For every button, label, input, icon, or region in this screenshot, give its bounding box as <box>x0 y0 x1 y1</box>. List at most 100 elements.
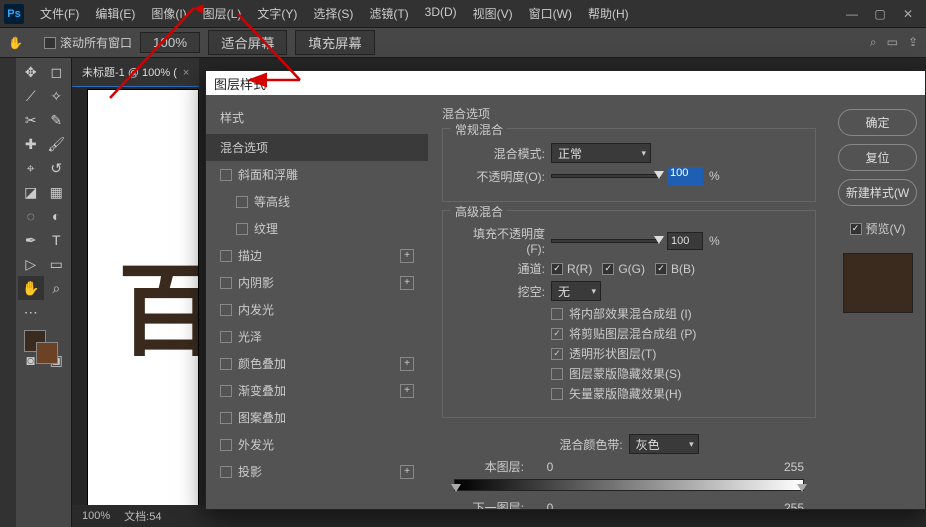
general-blend-group: 常规混合 混合模式: 正常 不透明度(O): 100 % <box>442 128 816 202</box>
cancel-button[interactable]: 复位 <box>838 144 917 171</box>
style-row-2[interactable]: 等高线 <box>206 188 428 215</box>
zoom-status[interactable]: 100% <box>82 510 110 522</box>
menu-3[interactable]: 图层(L) <box>195 1 250 26</box>
menu-0[interactable]: 文件(F) <box>32 1 87 26</box>
fill-screen-button[interactable]: 填充屏幕 <box>295 30 374 55</box>
menu-7[interactable]: 3D(D) <box>417 1 465 26</box>
dodge-tool[interactable]: ◐ <box>44 204 70 228</box>
shape-tool[interactable]: ▭ <box>44 252 70 276</box>
pen-tool[interactable]: ✒ <box>18 228 44 252</box>
maximize-button[interactable]: ▢ <box>866 4 894 24</box>
new-style-button[interactable]: 新建样式(W <box>838 179 917 206</box>
history-brush-tool[interactable]: ↺ <box>44 156 70 180</box>
add-effect-icon[interactable]: + <box>400 465 414 479</box>
opacity-input[interactable]: 100 <box>667 167 703 185</box>
menu-5[interactable]: 选择(S) <box>305 1 361 26</box>
brush-tool[interactable]: 🖌 <box>44 132 70 156</box>
crop-tool[interactable]: ✂ <box>18 108 44 132</box>
style-row-9[interactable]: 渐变叠加+ <box>206 377 428 404</box>
move-tool[interactable]: ✥ <box>18 60 44 84</box>
blend-options-panel: 混合选项 常规混合 混合模式: 正常 不透明度(O): 100 % 高级混合 填… <box>428 95 830 509</box>
hand-tool[interactable]: ✋ <box>18 276 44 300</box>
titlebar: Ps 文件(F)编辑(E)图像(I)图层(L)文字(Y)选择(S)滤镜(T)3D… <box>0 0 926 28</box>
document-tab[interactable]: 未标题-1 @ 100% (× <box>72 58 199 87</box>
marquee-tool[interactable]: ◻ <box>44 60 70 84</box>
canvas[interactable]: 百 <box>88 90 198 520</box>
adv-option-2[interactable]: ✓透明形状图层(T) <box>551 345 803 362</box>
style-row-0[interactable]: 混合选项 <box>206 134 428 161</box>
color-swatches[interactable] <box>18 328 69 368</box>
styles-list: 样式 混合选项斜面和浮雕等高线纹理描边+内阴影+内发光光泽颜色叠加+渐变叠加+图… <box>206 95 428 509</box>
dialog-title: 图层样式 <box>206 71 925 95</box>
add-effect-icon[interactable]: + <box>400 249 414 263</box>
type-tool[interactable]: T <box>44 228 70 252</box>
eraser-tool[interactable]: ◪ <box>18 180 44 204</box>
blend-if-group: 混合颜色带: 灰色 本图层: 0 255 下一图层: 0 255 <box>442 426 816 509</box>
share-icon[interactable]: ⇪ <box>908 35 918 50</box>
style-row-5[interactable]: 内阴影+ <box>206 269 428 296</box>
stamp-tool[interactable]: ⌖ <box>18 156 44 180</box>
style-row-12[interactable]: 投影+ <box>206 458 428 485</box>
menu-8[interactable]: 视图(V) <box>465 1 521 26</box>
menu-10[interactable]: 帮助(H) <box>580 1 637 26</box>
add-effect-icon[interactable]: + <box>400 357 414 371</box>
menu-2[interactable]: 图像(I) <box>143 1 194 26</box>
style-row-1[interactable]: 斜面和浮雕 <box>206 161 428 188</box>
adv-option-1[interactable]: ✓将剪贴图层混合成组 (P) <box>551 325 803 342</box>
eyedropper-tool[interactable]: ✎ <box>44 108 70 132</box>
dialog-buttons: 确定 复位 新建样式(W ✓预览(V) <box>830 95 925 509</box>
workspace-icon[interactable]: ▭ <box>887 35 898 50</box>
fit-screen-button[interactable]: 适合屏幕 <box>208 30 287 55</box>
close-button[interactable]: ✕ <box>894 4 922 24</box>
add-effect-icon[interactable]: + <box>400 276 414 290</box>
zoom-tool[interactable]: ⌕ <box>44 276 70 300</box>
edit-toolbar[interactable]: ⋯ <box>18 300 44 324</box>
fill-opacity-input[interactable]: 100 <box>667 232 703 250</box>
style-row-4[interactable]: 描边+ <box>206 242 428 269</box>
toolbox: ✥ ◻ ⟋ ✧ ✂ ✎ ✚ 🖌 ⌖ ↺ ◪ ▦ ◌ ◐ ✒ T ▷ ▭ ✋ ⌕ … <box>16 58 72 527</box>
blendif-channel-select[interactable]: 灰色 <box>629 434 699 454</box>
channel-G(G)[interactable]: ✓G(G) <box>602 262 645 276</box>
app-logo: Ps <box>4 4 24 24</box>
options-bar: ✋ 滚动所有窗口 100% 适合屏幕 填充屏幕 ⌕ ▭ ⇪ <box>0 28 926 58</box>
adv-option-3[interactable]: 图层蒙版隐藏效果(S) <box>551 365 803 382</box>
lasso-tool[interactable]: ⟋ <box>18 84 44 108</box>
style-row-3[interactable]: 纹理 <box>206 215 428 242</box>
adv-option-4[interactable]: 矢量蒙版隐藏效果(H) <box>551 385 803 402</box>
style-row-10[interactable]: 图案叠加 <box>206 404 428 431</box>
fill-opacity-slider[interactable] <box>551 239 661 243</box>
window-controls: — ▢ ✕ <box>838 4 922 24</box>
opacity-slider[interactable] <box>551 174 661 178</box>
zoom-field[interactable]: 100% <box>140 32 200 53</box>
channel-R(R)[interactable]: ✓R(R) <box>551 262 592 276</box>
blur-tool[interactable]: ◌ <box>18 204 44 228</box>
blend-header: 混合选项 <box>442 105 816 122</box>
style-row-8[interactable]: 颜色叠加+ <box>206 350 428 377</box>
scroll-all-checkbox[interactable]: 滚动所有窗口 <box>44 34 132 51</box>
knockout-select[interactable]: 无 <box>551 281 601 301</box>
wand-tool[interactable]: ✧ <box>44 84 70 108</box>
menu-4[interactable]: 文字(Y) <box>249 1 305 26</box>
style-row-6[interactable]: 内发光 <box>206 296 428 323</box>
minimize-button[interactable]: — <box>838 4 866 24</box>
channel-B(B)[interactable]: ✓B(B) <box>655 262 695 276</box>
add-effect-icon[interactable]: + <box>400 384 414 398</box>
hand-tool-icon: ✋ <box>8 36 36 50</box>
healing-tool[interactable]: ✚ <box>18 132 44 156</box>
menu-6[interactable]: 滤镜(T) <box>361 1 416 26</box>
adv-option-0[interactable]: 将内部效果混合成组 (I) <box>551 305 803 322</box>
preview-checkbox[interactable]: ✓预览(V) <box>838 220 917 237</box>
menu-9[interactable]: 窗口(W) <box>521 1 580 26</box>
menu-1[interactable]: 编辑(E) <box>87 1 143 26</box>
style-row-7[interactable]: 光泽 <box>206 323 428 350</box>
gradient-tool[interactable]: ▦ <box>44 180 70 204</box>
background-swatch[interactable] <box>36 342 58 364</box>
ok-button[interactable]: 确定 <box>838 109 917 136</box>
style-row-11[interactable]: 外发光 <box>206 431 428 458</box>
path-select-tool[interactable]: ▷ <box>18 252 44 276</box>
blend-mode-select[interactable]: 正常 <box>551 143 651 163</box>
this-layer-gradient[interactable] <box>454 479 804 491</box>
search-icon[interactable]: ⌕ <box>870 35 877 50</box>
close-tab-icon[interactable]: × <box>183 67 189 79</box>
styles-header: 样式 <box>206 109 428 134</box>
